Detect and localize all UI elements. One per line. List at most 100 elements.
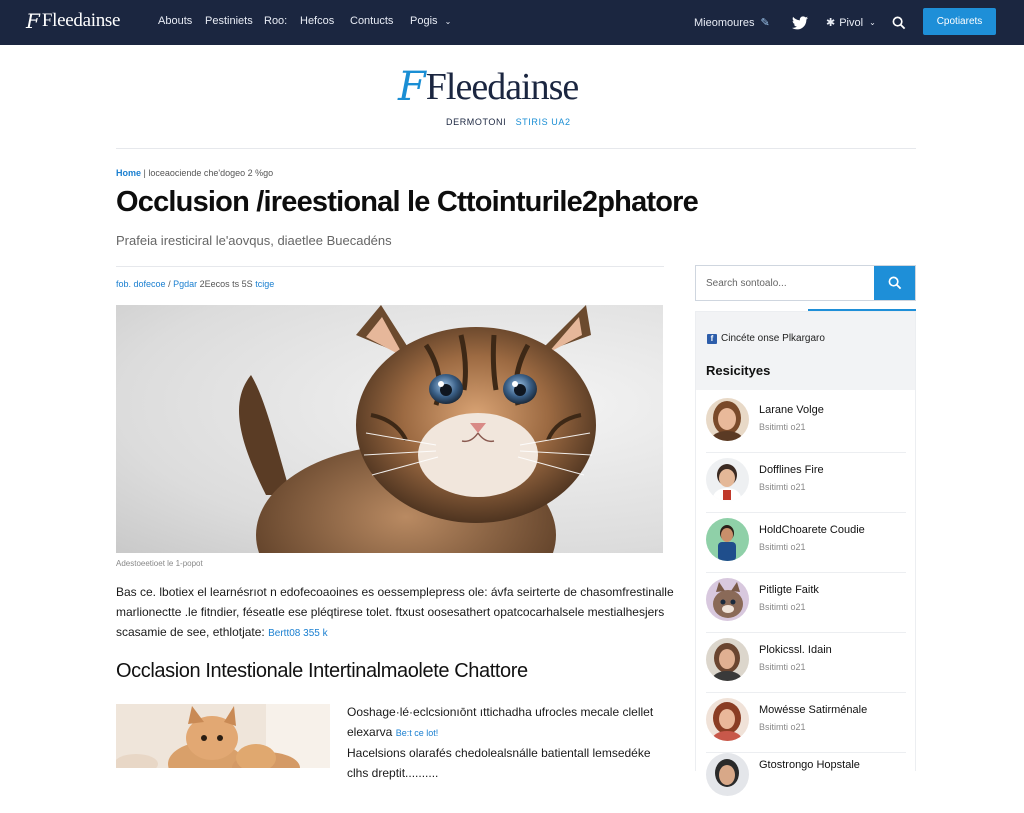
paragraph-2-line-4: clhs dreptit.......... <box>347 766 439 780</box>
share-icon: ✱ <box>826 17 836 29</box>
avatar <box>706 698 749 741</box>
paragraph-1-line-3: scasamie de see, ethlotjate: Bertt08 355… <box>116 622 664 644</box>
tagline-accent: STIRIS UA2 <box>515 117 571 127</box>
sidebar-person[interactable]: Pitligte Faitk Bsitimti o21 <box>706 578 906 638</box>
meta-separator: / <box>168 279 171 289</box>
divider <box>706 452 906 453</box>
search-button[interactable] <box>874 266 915 300</box>
sidebar-header: f Cincéte onse Plkargaro Resicityes <box>696 312 915 390</box>
sidebar-person[interactable]: Larane Volge Bsitimti o21 <box>706 398 906 458</box>
paragraph-2-line-2-text: elexarva <box>347 725 393 739</box>
breadcrumb-rest: | loceaociende che'dogeo 2 %go <box>143 168 274 178</box>
person-name: Larane Volge <box>759 404 824 416</box>
navbar-right-link-label: Mieomoures <box>694 16 755 29</box>
sidebar-person[interactable]: HoldChoarete Coudie Bsitimti o21 <box>706 518 906 578</box>
breadcrumb: Home | loceaociende che'dogeo 2 %go <box>116 168 273 178</box>
page-title: Occlusion /ireestional le Cttointurile2p… <box>116 186 699 218</box>
kittens-thumbnail <box>116 704 330 768</box>
avatar <box>706 458 749 501</box>
image-caption: Adestoeetioet le 1-popot <box>116 559 203 568</box>
navbar-logo-word: Fleedainse <box>41 10 121 31</box>
sidebar-title: Resicityes <box>706 363 771 378</box>
cta-button[interactable]: Cpotiarets <box>923 8 996 35</box>
nav-item-hefcos[interactable]: Hefcos <box>300 15 350 27</box>
person-name: Pitligte Faitk <box>759 584 819 596</box>
sidebar-person[interactable]: Mowésse Satirménale Bsitimti o21 <box>706 698 906 758</box>
social-dropdown-label: Pivol <box>839 16 864 29</box>
person-role: Bsitimti o21 <box>759 662 806 672</box>
nav-item-abouts[interactable]: Abouts <box>158 15 205 27</box>
sidebar-person[interactable]: Gtostrongo Hopstale <box>706 753 906 813</box>
paragraph-2-line-1: Ooshage·lé·eclcsionıōnt ıttichadha ufroc… <box>347 705 654 719</box>
chevron-down-icon: ⌄ <box>869 18 876 27</box>
search-icon <box>888 276 901 290</box>
sidebar-panel: f Cincéte onse Plkargaro Resicityes Lara… <box>695 311 916 796</box>
divider <box>706 512 906 513</box>
paragraph-1-line-2: marlionectte .le fitndier, féseatle ese … <box>116 605 665 619</box>
navbar-logo[interactable]: F Fleedainse <box>26 9 120 33</box>
meta-date: 2Eecos ts 5S <box>199 279 253 289</box>
divider <box>706 572 906 573</box>
person-role: Bsitimti o21 <box>759 422 806 432</box>
pen-icon: ✎ <box>760 17 770 29</box>
nav-item-contucts[interactable]: Contucts <box>350 15 410 27</box>
masthead-logo[interactable]: F Fleedainse <box>398 62 580 112</box>
nav-item-pogis-label: Pogis <box>410 15 438 27</box>
divider <box>706 632 906 633</box>
sidebar-person[interactable]: Dofflines Fire Bsitimti o21 <box>706 458 906 518</box>
search-input[interactable] <box>696 266 874 300</box>
navbar-right-link[interactable]: Mieomoures ✎ <box>694 0 770 45</box>
sidebar-person[interactable]: Plokicssl. Idain Bsitimti o21 <box>706 638 906 698</box>
avatar <box>706 638 749 681</box>
person-name: HoldChoarete Coudie <box>759 524 865 536</box>
person-role: Bsitimti o21 <box>759 602 806 612</box>
meta-divider <box>116 266 664 267</box>
facebook-icon: f <box>707 333 717 344</box>
paragraph-1-line-1: Bas ce. lbotiex el learnésrıot n edofeco… <box>116 585 674 599</box>
facebook-link-label: Cincéte onse Plkargaro <box>721 333 825 344</box>
twitter-icon[interactable] <box>792 0 808 45</box>
person-name: Plokicssl. Idain <box>759 644 832 656</box>
masthead-logo-mark: F <box>398 64 426 110</box>
meta-category[interactable]: Pgdar <box>173 279 197 289</box>
avatar <box>706 753 749 796</box>
facebook-link[interactable]: f Cincéte onse Plkargaro <box>707 333 825 344</box>
top-navbar: F Fleedainse Abouts Pestiniets Roo: Hefc… <box>0 0 1024 45</box>
masthead-tagline: DERMOTONI STIRIS UA2 <box>446 117 571 127</box>
article-meta: fob. dofecoe / Pgdar 2Eecos ts 5S tcige <box>116 279 274 289</box>
hero-kitten-image <box>116 305 663 553</box>
social-dropdown[interactable]: ✱ Pivol ⌄ <box>826 0 876 45</box>
masthead-divider <box>116 148 916 149</box>
paragraph-1-link[interactable]: Bertt08 355 k <box>268 628 327 639</box>
paragraph-2-link[interactable]: Be:t ce lot! <box>396 728 439 738</box>
person-role: Bsitimti o21 <box>759 482 806 492</box>
nav-item-pestiniets[interactable]: Pestiniets <box>205 15 264 27</box>
avatar <box>706 578 749 621</box>
main-nav: Abouts Pestiniets Roo: Hefcos Contucts P… <box>158 15 451 27</box>
page-subtitle: Prafeia iresticiral le'aovqus, diaetlee … <box>116 233 392 248</box>
paragraph-2-line-3: Hacelsions olarafés chedolealsnálle bati… <box>347 746 651 760</box>
masthead-logo-word: Fleedainse <box>425 66 580 108</box>
search-icon[interactable] <box>892 0 906 45</box>
article-paragraph-2: Ooshage·lé·eclcsionıōnt ıttichadha ufroc… <box>347 702 667 783</box>
avatar <box>706 518 749 561</box>
paragraph-2-line-2: elexarva Be:t ce lot! <box>347 722 667 743</box>
section-heading: Occlasion Intestionale Intertinalmaolete… <box>116 660 528 682</box>
person-name: Gtostrongo Hopstale <box>759 759 860 771</box>
meta-author[interactable]: fob. dofecoe <box>116 279 166 289</box>
nav-item-pogis[interactable]: Pogis ⌄ <box>410 15 451 27</box>
paragraph-1-line-3-text: scasamie de see, ethlotjate: <box>116 625 265 639</box>
person-name: Mowésse Satirménale <box>759 704 868 716</box>
avatar <box>706 398 749 441</box>
divider <box>706 692 906 693</box>
person-role: Bsitimti o21 <box>759 542 806 552</box>
chevron-down-icon: ⌄ <box>444 17 452 26</box>
person-name: Dofflines Fire <box>759 464 824 476</box>
breadcrumb-home[interactable]: Home <box>116 168 141 178</box>
meta-tag[interactable]: tcige <box>255 279 274 289</box>
sidebar-search <box>695 265 916 301</box>
person-role: Bsitimti o21 <box>759 722 806 732</box>
tagline-main: DERMOTONI <box>446 117 507 127</box>
article-paragraph-1: Bas ce. lbotiex el learnésrıot n edofeco… <box>116 582 674 644</box>
nav-item-roo[interactable]: Roo: <box>264 15 300 27</box>
